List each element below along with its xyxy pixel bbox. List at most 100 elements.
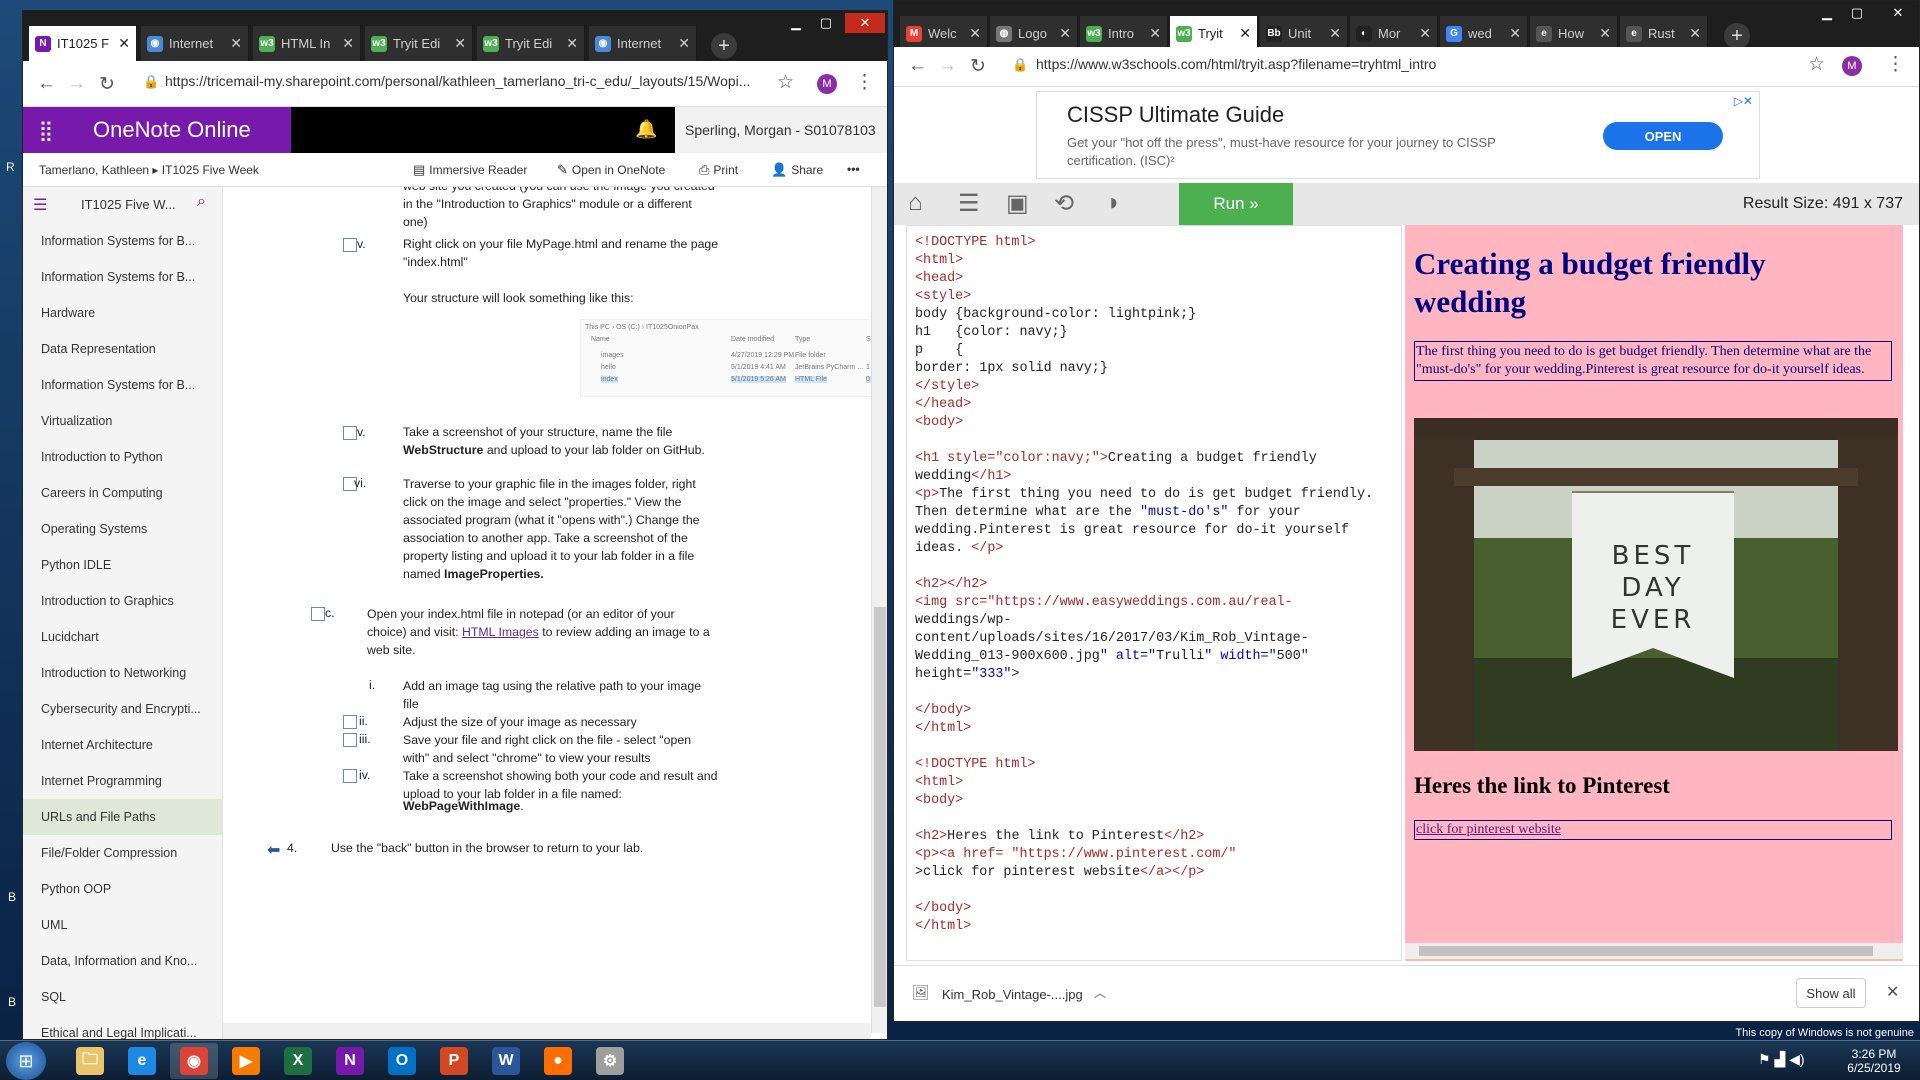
section-item[interactable]: Internet Architecture	[23, 727, 223, 763]
tools-icon[interactable]: ⚙	[586, 1043, 634, 1079]
tab-close-icon[interactable]: ✕	[678, 35, 690, 52]
app-name[interactable]: OneNote Online	[69, 107, 291, 153]
powerpoint-icon[interactable]: P	[430, 1043, 478, 1079]
scroll-thumb[interactable]	[1419, 946, 1873, 956]
back-icon[interactable]: ←	[37, 73, 56, 95]
ad-open-button[interactable]: OPEN	[1603, 122, 1723, 150]
tab-2[interactable]: w3 Intro ✕	[1080, 16, 1168, 51]
section-item[interactable]: Careers in Computing	[23, 475, 223, 511]
more-button[interactable]: •••	[847, 162, 860, 176]
tab-5[interactable]: ◐ Mor ✕	[1350, 16, 1438, 51]
search-icon[interactable]: ⌕	[197, 193, 206, 211]
task-checkbox[interactable]	[343, 238, 357, 252]
section-item[interactable]: UML	[23, 907, 223, 943]
tab-close-icon[interactable]: ✕	[1239, 25, 1251, 42]
new-tab-button[interactable]: +	[711, 33, 737, 59]
task-checkbox[interactable]	[311, 607, 325, 621]
section-item[interactable]: Python OOP	[23, 871, 223, 907]
user-name[interactable]: Sperling, Morgan - S01078103	[675, 107, 887, 153]
reload-icon[interactable]: ↻	[99, 73, 115, 96]
excel-icon[interactable]: X	[274, 1043, 322, 1079]
section-item[interactable]: Operating Systems	[23, 511, 223, 547]
section-item[interactable]: Data Representation	[23, 331, 223, 367]
maximize-button[interactable]: ▢	[1844, 3, 1870, 23]
minimize-button[interactable]: ▁	[1814, 3, 1840, 23]
vertical-scrollbar[interactable]	[871, 187, 887, 1033]
tab-close-icon[interactable]: ✕	[1329, 25, 1341, 42]
word-icon[interactable]: W	[482, 1043, 530, 1079]
tab-8[interactable]: e Rust ✕	[1620, 16, 1708, 51]
pinterest-link[interactable]: click for pinterest website	[1414, 820, 1892, 840]
explorer-icon[interactable]: 🗀	[66, 1043, 114, 1079]
chevron-up-icon[interactable]: ︿	[1094, 984, 1106, 1001]
home-icon[interactable]: ⌂	[908, 189, 923, 217]
notebook-name[interactable]: IT1025 Five W...	[81, 197, 176, 212]
start-button[interactable]: ⊞	[6, 1042, 46, 1080]
media-player-icon[interactable]: ▶	[222, 1043, 270, 1079]
tab-7[interactable]: e How ✕	[1530, 16, 1618, 51]
section-item[interactable]: Introduction to Networking	[23, 655, 223, 691]
menu-icon[interactable]: ⋮	[855, 71, 874, 94]
section-item[interactable]: File/Folder Compression	[23, 835, 223, 871]
ad-title[interactable]: CISSP Ultimate Guide	[1067, 102, 1284, 128]
section-item[interactable]: Internet Programming	[23, 763, 223, 799]
tab-4[interactable]: Bb Unit ✕	[1260, 16, 1348, 51]
section-item[interactable]: Hardware	[23, 295, 223, 331]
tab-3[interactable]: w3 Tryit Edi ✕	[365, 26, 473, 61]
chrome-icon[interactable]: ◉	[170, 1043, 218, 1079]
bell-icon[interactable]: 🔔	[635, 119, 657, 140]
tab-5[interactable]: ◉ Internet ✕	[589, 26, 697, 61]
app-launcher-icon[interactable]: ⣿	[23, 107, 69, 153]
close-icon[interactable]: ✕	[1886, 982, 1899, 1002]
breadcrumb-item[interactable]: IT1025 Five Week	[162, 163, 259, 177]
tab-close-icon[interactable]: ✕	[1509, 25, 1521, 42]
contrast-icon[interactable]: ◑	[1104, 189, 1119, 217]
back-icon[interactable]: ←	[908, 55, 927, 77]
tab-2[interactable]: w3 HTML In ✕	[253, 26, 361, 61]
tab-1[interactable]: ◉ Internet ✕	[141, 26, 249, 61]
immersive-reader-button[interactable]: ▤ Immersive Reader	[413, 162, 527, 178]
open-in-onenote-button[interactable]: ✎ Open in OneNote	[557, 162, 665, 178]
advertisement[interactable]: CISSP Ultimate Guide Get your "hot off t…	[1036, 91, 1760, 179]
tab-close-icon[interactable]: ✕	[1419, 25, 1431, 42]
new-tab-button[interactable]: +	[1724, 23, 1750, 49]
ad-close-icon[interactable]: ▷✕	[1734, 94, 1753, 108]
hamburger-icon[interactable]: ☰	[33, 195, 47, 215]
url-field[interactable]: https://www.w3schools.com/html/tryit.asp…	[1036, 56, 1796, 72]
result-horizontal-scrollbar[interactable]	[1405, 943, 1903, 959]
clock[interactable]: 3:26 PM 6/25/2019	[1834, 1047, 1914, 1075]
menu-lines-icon[interactable]: ☰	[958, 189, 980, 218]
horizontal-scrollbar[interactable]	[223, 1023, 871, 1039]
html-images-link[interactable]: HTML Images	[462, 625, 539, 639]
tab-4[interactable]: w3 Tryit Edi ✕	[477, 26, 585, 61]
tab-close-icon[interactable]: ✕	[1689, 25, 1701, 42]
save-icon[interactable]: ▣	[1006, 189, 1029, 218]
section-item[interactable]: Introduction to Python	[23, 439, 223, 475]
tab-close-icon[interactable]: ✕	[118, 35, 130, 52]
tab-6[interactable]: Gwed ✕	[1440, 16, 1528, 51]
section-item[interactable]: Information Systems for B...	[23, 223, 223, 259]
section-item[interactable]: SQL	[23, 979, 223, 1015]
menu-icon[interactable]: ⋮	[1886, 53, 1905, 76]
task-checkbox[interactable]	[343, 769, 357, 783]
tab-close-icon[interactable]: ✕	[230, 35, 242, 52]
share-button[interactable]: 👤 Share	[771, 162, 823, 178]
print-button[interactable]: ⎙ Print	[699, 162, 738, 178]
rotate-icon[interactable]: ⟲	[1054, 189, 1074, 218]
code-editor[interactable]: <!DOCTYPE html> <html> <head> <style> body {…	[906, 225, 1402, 961]
section-item[interactable]: Information Systems for B...	[23, 259, 223, 295]
forward-icon[interactable]: →	[67, 73, 86, 95]
avatar[interactable]: M	[1842, 56, 1862, 76]
media-icon[interactable]: ●	[534, 1043, 582, 1079]
tab-close-icon[interactable]: ✕	[1149, 25, 1161, 42]
section-item[interactable]: Ethical and Legal Implicati...	[23, 1015, 223, 1039]
maximize-button[interactable]: ▢	[813, 13, 839, 33]
section-item[interactable]: Data, Information and Kno...	[23, 943, 223, 979]
section-item[interactable]: Lucidchart	[23, 619, 223, 655]
run-button[interactable]: Run »	[1179, 183, 1293, 225]
section-item[interactable]: URLs and File Paths	[23, 799, 223, 835]
section-item[interactable]: Introduction to Graphics	[23, 583, 223, 619]
section-item[interactable]: Python IDLE	[23, 547, 223, 583]
bookmark-star-icon[interactable]: ☆	[777, 71, 794, 94]
tab-close-icon[interactable]: ✕	[1599, 25, 1611, 42]
